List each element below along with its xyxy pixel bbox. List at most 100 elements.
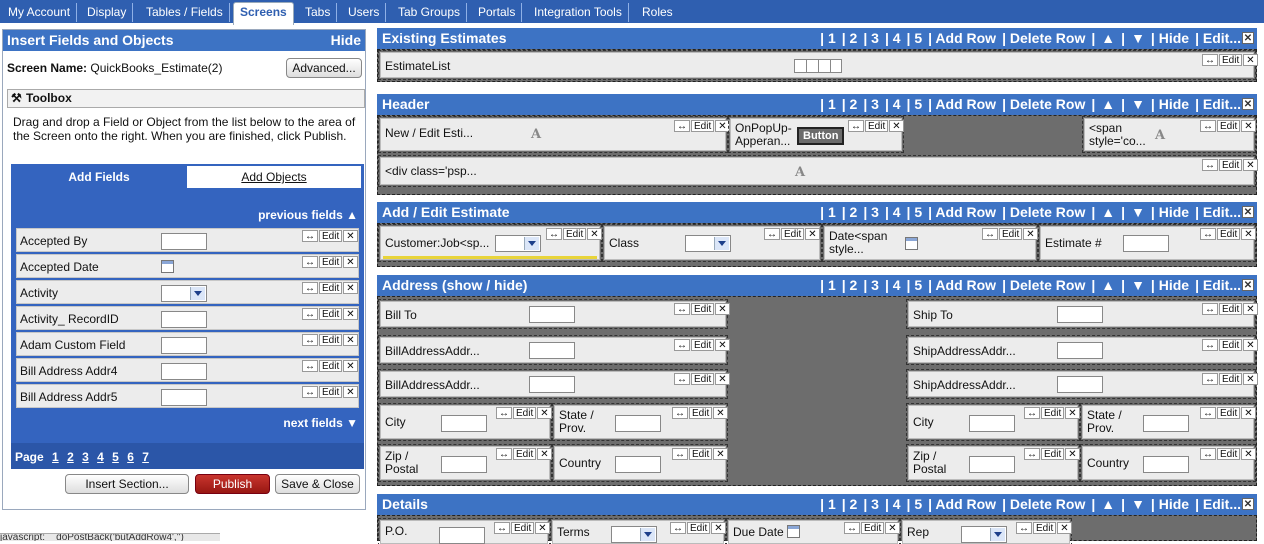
bill-address-cell[interactable]: BillAddressAddr... ↔ Edit ✕ <box>378 335 730 365</box>
save-close-button[interactable]: Save & Close <box>275 474 360 494</box>
edit-section-link[interactable]: | Edit... <box>1195 96 1241 112</box>
hide-section-link[interactable]: | Hide <box>1151 204 1189 220</box>
estimate-number-cell[interactable]: Estimate # ↔ Edit ✕ <box>1038 224 1256 262</box>
ship-zip-cell[interactable]: Zip / Postal ↔ Edit ✕ <box>906 444 1080 482</box>
close-icon[interactable]: ✕ <box>1065 407 1080 419</box>
section-tool-4[interactable]: | 4 <box>885 96 901 112</box>
page-link[interactable]: 4 <box>97 450 104 464</box>
section-tool-1[interactable]: | 1 <box>820 277 836 293</box>
add-row-link[interactable]: | Add Row <box>928 30 996 46</box>
move-icon[interactable]: ↔ <box>302 256 318 268</box>
close-icon[interactable]: ✕ <box>535 522 550 534</box>
add-row-link[interactable]: | Add Row <box>928 96 996 112</box>
bill-state-input[interactable] <box>615 415 661 432</box>
bill-city-input[interactable] <box>441 415 487 432</box>
move-icon[interactable]: ↔ <box>302 360 318 372</box>
move-icon[interactable]: ↔ <box>1200 407 1216 419</box>
close-icon[interactable]: ✕ <box>343 386 358 398</box>
hide-section-link[interactable]: | Hide <box>1151 496 1189 512</box>
edit-button[interactable]: Edit <box>1219 159 1243 171</box>
field-input[interactable] <box>161 311 207 328</box>
page-link[interactable]: 2 <box>67 450 74 464</box>
close-icon[interactable]: ✕ <box>715 373 730 385</box>
edit-button[interactable]: Edit <box>861 522 885 534</box>
span-style-cell[interactable]: <span style='co... A ↔ Edit ✕ <box>1082 116 1256 153</box>
field-row[interactable]: Activity ↔ Edit ✕ <box>16 280 359 304</box>
field-row[interactable]: Accepted By ↔ Edit ✕ <box>16 228 359 252</box>
previous-fields-link[interactable]: previous fields ▲ <box>258 208 358 222</box>
ship-address-cell[interactable]: ShipAddressAddr... ↔ Edit ✕ <box>906 369 1258 399</box>
edit-button[interactable]: Edit <box>781 228 805 240</box>
ship-country-input[interactable] <box>1143 456 1189 473</box>
insert-section-button[interactable]: Insert Section... <box>65 474 189 494</box>
delete-row-link[interactable]: | Delete Row <box>1002 30 1085 46</box>
bill-city-cell[interactable]: City ↔ Edit ✕ <box>378 403 552 441</box>
section-tool-3[interactable]: | 3 <box>863 204 879 220</box>
customer-select[interactable] <box>495 235 541 252</box>
edit-section-link[interactable]: | Edit... <box>1195 496 1241 512</box>
bill-country-input[interactable] <box>615 456 661 473</box>
hide-section-link[interactable]: | Hide <box>1151 96 1189 112</box>
ship-state-cell[interactable]: State / Prov. ↔ Edit ✕ <box>1080 403 1256 441</box>
move-icon[interactable]: ↔ <box>302 282 318 294</box>
section-tool-4[interactable]: | 4 <box>885 277 901 293</box>
page-link[interactable]: 3 <box>82 450 89 464</box>
close-icon[interactable]: ✕ <box>1242 279 1254 291</box>
tab-tabs[interactable]: Tabs <box>299 3 338 22</box>
bill-address-cell[interactable]: BillAddressAddr... ↔ Edit ✕ <box>378 369 730 399</box>
tab-tables-fields[interactable]: Tables / Fields <box>140 3 230 22</box>
close-icon[interactable]: ✕ <box>537 448 552 460</box>
tab-display[interactable]: Display <box>81 3 134 22</box>
rep-cell[interactable]: Rep ↔ Edit ✕ <box>900 518 1072 544</box>
move-icon[interactable]: ↔ <box>1016 522 1032 534</box>
field-row[interactable]: Activity_ RecordID ↔ Edit ✕ <box>16 306 359 330</box>
bill-address-input[interactable] <box>529 342 575 359</box>
triangle-up-icon[interactable]: ▲ <box>1101 96 1115 112</box>
edit-button[interactable]: Edit <box>689 407 713 419</box>
move-icon[interactable]: ↔ <box>1200 448 1216 460</box>
move-icon[interactable]: ↔ <box>302 230 318 242</box>
close-icon[interactable]: ✕ <box>711 522 726 534</box>
hide-section-link[interactable]: | Hide <box>1151 30 1189 46</box>
move-icon[interactable]: ↔ <box>302 386 318 398</box>
tab-roles[interactable]: Roles <box>636 3 679 22</box>
section-tool-1[interactable]: | 1 <box>820 30 836 46</box>
due-date-cell[interactable]: Due Date ↔ Edit ✕ <box>726 518 900 544</box>
tab-add-fields[interactable]: Add Fields <box>13 166 185 188</box>
edit-button[interactable]: Edit <box>563 228 587 240</box>
field-row[interactable]: Bill Address Addr4 ↔ Edit ✕ <box>16 358 359 382</box>
ship-to-cell[interactable]: Ship To ↔ Edit ✕ <box>906 299 1258 329</box>
calendar-icon[interactable] <box>905 237 918 250</box>
close-icon[interactable]: ✕ <box>889 120 904 132</box>
move-icon[interactable]: ↔ <box>494 522 510 534</box>
tab-screens[interactable]: Screens <box>233 2 294 25</box>
po-cell[interactable]: P.O. ↔ Edit ✕ <box>378 518 550 544</box>
ship-city-input[interactable] <box>969 415 1015 432</box>
section-tool-5[interactable]: | 5 <box>907 496 923 512</box>
section-tool-3[interactable]: | 3 <box>863 96 879 112</box>
delete-row-link[interactable]: | Delete Row <box>1002 204 1085 220</box>
edit-button[interactable]: Edit <box>1217 407 1241 419</box>
section-tool-1[interactable]: | 1 <box>820 96 836 112</box>
close-icon[interactable]: ✕ <box>715 339 730 351</box>
move-icon[interactable]: ↔ <box>844 522 860 534</box>
close-icon[interactable]: ✕ <box>1243 373 1258 385</box>
ship-address-input[interactable] <box>1057 342 1103 359</box>
ship-city-cell[interactable]: City ↔ Edit ✕ <box>906 403 1080 441</box>
section-tool-2[interactable]: | 2 <box>842 204 858 220</box>
edit-button[interactable]: Edit <box>319 386 343 398</box>
div-class-cell[interactable]: <div class='psp... A ↔ Edit ✕ <box>378 155 1258 187</box>
close-icon[interactable]: ✕ <box>885 522 900 534</box>
close-icon[interactable]: ✕ <box>715 303 730 315</box>
move-icon[interactable]: ↔ <box>496 448 512 460</box>
field-row[interactable]: Bill Address Addr5 ↔ Edit ✕ <box>16 384 359 408</box>
move-icon[interactable]: ↔ <box>546 228 562 240</box>
delete-row-link[interactable]: | Delete Row <box>1002 496 1085 512</box>
ship-country-cell[interactable]: Country ↔ Edit ✕ <box>1080 444 1256 482</box>
triangle-down-icon[interactable]: ▼ <box>1131 204 1145 220</box>
section-tool-4[interactable]: | 4 <box>885 496 901 512</box>
field-row[interactable]: Accepted Date ↔ Edit ✕ <box>16 254 359 278</box>
move-icon[interactable]: ↔ <box>672 448 688 460</box>
edit-button[interactable]: Edit <box>319 256 343 268</box>
move-icon[interactable]: ↔ <box>674 303 690 315</box>
